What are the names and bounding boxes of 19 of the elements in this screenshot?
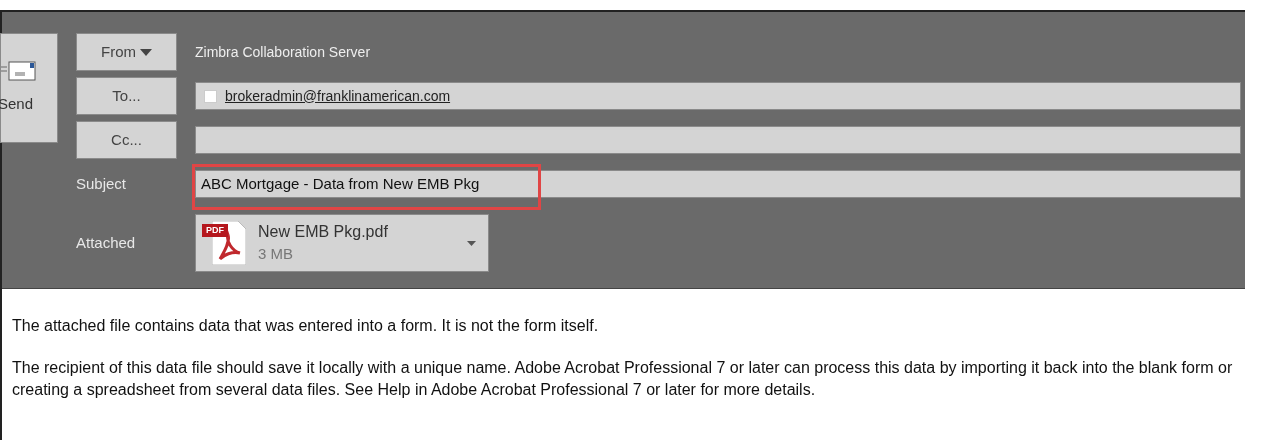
recipient-field[interactable]: brokeradmin@franklinamerican.com	[195, 82, 1241, 110]
address-button[interactable]: Cc...	[76, 121, 177, 159]
checkbox[interactable]	[204, 89, 217, 103]
recipient-link[interactable]: brokeradmin@franklinamerican.com	[225, 85, 451, 107]
subject-field[interactable]: ABC Mortgage - Data from New EMB Pkg	[195, 170, 1241, 198]
address-button[interactable]: To...	[76, 77, 177, 115]
file-name: New EMB Pkg.pdf	[258, 222, 389, 242]
field-label: Attached	[76, 232, 137, 253]
from-button[interactable]: From	[76, 33, 177, 71]
sender-account: Zimbra Collaboration Server	[195, 42, 371, 62]
body-paragraph: The recipient of this data file should save it locally with a unique name. Adobe Acrobat Professional 7 or later can process this data by importing it back into the blank form or creating a spreadsheet from several data files. See Help in Adobe Acrobat Professional 7 or later for more details.	[12, 358, 1234, 400]
field-label: Subject	[76, 173, 128, 194]
body-paragraph: The attached file contains data that was entered into a form. It is not the form itself.	[12, 316, 600, 336]
caret-icon	[140, 48, 152, 56]
dropdown-caret-icon[interactable]	[467, 240, 476, 246]
attachment-card[interactable]: PDF New EMB Pkg.pdf 3 MB	[195, 214, 489, 272]
envelope-icon	[1, 60, 37, 81]
file-size: 3 MB	[258, 244, 294, 264]
recipient-field[interactable]	[195, 126, 1241, 154]
